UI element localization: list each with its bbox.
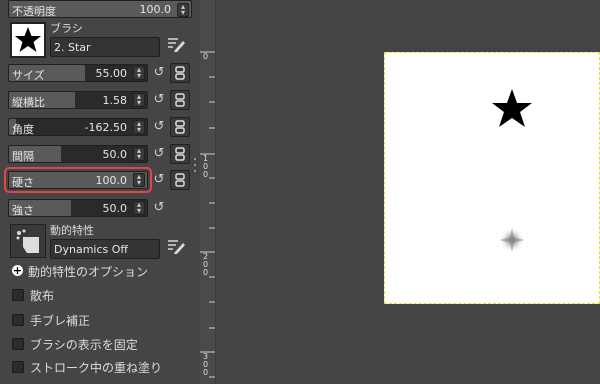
opacity-spin[interactable]: ▴ ▾ [177, 3, 189, 17]
lock-brush-view-label: ブラシの表示を固定 [30, 338, 138, 352]
ruler-tick-100: 100 [203, 154, 209, 179]
spacing-value: 50.0 [102, 148, 128, 161]
dynamics-section-label: 動的特性 [50, 224, 94, 237]
size-spin[interactable]: ▴ ▾ [133, 66, 145, 80]
angle-value: -162.50 [84, 121, 127, 134]
ruler-tick-0: 0 [203, 52, 209, 61]
brush-preview-button[interactable] [10, 22, 46, 58]
opacity-slider[interactable]: 不透明度 100.0 ▴ ▾ [8, 0, 192, 18]
expand-plus-icon: + [12, 264, 23, 277]
aspect-chain-button[interactable] [170, 90, 190, 110]
dynamics-icon [16, 229, 39, 253]
angle-slider[interactable]: 角度 -162.50 ▴ ▾ [8, 118, 148, 136]
dynamics-options-label: 動的特性のオプション [28, 265, 149, 279]
dynamics-preview-button[interactable] [10, 224, 46, 258]
incremental-label: ストローク中の重ね塗り [30, 361, 163, 375]
spacing-reset-icon[interactable]: ↺ [152, 146, 166, 162]
hardness-slider[interactable]: 硬さ 100.0 ▴ ▾ [8, 171, 148, 189]
hardness-reset-icon[interactable]: ↺ [152, 172, 166, 188]
force-spin[interactable]: ▴ ▾ [133, 201, 145, 215]
force-slider[interactable]: 強さ 50.0 ▴ ▾ [8, 199, 148, 217]
hardness-chain-button[interactable] [170, 170, 190, 190]
size-chain-button[interactable] [170, 63, 190, 83]
dynamics-name-field[interactable]: Dynamics Off [50, 239, 160, 259]
spacing-slider[interactable]: 間隔 50.0 ▴ ▾ [8, 145, 148, 163]
smooth-label: 手ブレ補正 [30, 314, 91, 328]
hardness-value: 100.0 [95, 174, 128, 187]
dynamics-options-expander[interactable]: + 動的特性のオプション [10, 263, 190, 279]
angle-reset-icon[interactable]: ↺ [152, 119, 166, 135]
angle-spin[interactable]: ▴ ▾ [133, 120, 145, 134]
aspect-spin[interactable]: ▴ ▾ [133, 93, 145, 107]
angle-label: 角度 [12, 123, 34, 136]
force-value: 50.0 [102, 202, 128, 215]
scatter-label: 散布 [30, 289, 55, 303]
lock-brush-view-checkbox[interactable] [12, 338, 24, 350]
aspect-value: 1.58 [102, 94, 128, 107]
star-brush-icon [15, 27, 41, 52]
brush-section-label: ブラシ [50, 22, 83, 35]
spacing-spin[interactable]: ▴ ▾ [133, 147, 145, 161]
size-label: サイズ [12, 69, 45, 82]
scatter-checkbox[interactable] [12, 289, 24, 301]
force-reset-icon[interactable]: ↺ [152, 200, 166, 216]
layer-boundary [384, 52, 600, 304]
size-slider[interactable]: サイズ 55.00 ▴ ▾ [8, 64, 148, 82]
opacity-value: 100.0 [139, 3, 172, 16]
smooth-checkbox[interactable] [12, 314, 24, 326]
size-value: 55.00 [95, 67, 128, 80]
tool-options-panel: 不透明度 100.0 ▴ ▾ ブラシ 2. Star サイズ 55.00 ▴ ▾ ↺… [0, 0, 196, 384]
spacing-chain-button[interactable] [170, 144, 190, 164]
opacity-label: 不透明度 [12, 5, 56, 18]
hardness-label: 硬さ [12, 176, 34, 189]
edit-dynamics-icon[interactable] [166, 236, 186, 256]
spacing-label: 間隔 [12, 150, 34, 163]
dynamics-name: Dynamics Off [54, 243, 128, 256]
edit-brush-icon[interactable] [166, 34, 186, 54]
aspect-slider[interactable]: 縦横比 1.58 ▴ ▾ [8, 91, 148, 109]
hardness-spin[interactable]: ▴ ▾ [133, 173, 145, 187]
brush-name: 2. Star [54, 41, 91, 54]
force-label: 強さ [12, 204, 34, 217]
ruler-tick-300: 300 [203, 352, 209, 377]
aspect-reset-icon[interactable]: ↺ [152, 92, 166, 108]
angle-chain-button[interactable] [170, 117, 190, 137]
vertical-ruler: 0 100 200 300 [200, 0, 216, 384]
size-reset-icon[interactable]: ↺ [152, 65, 166, 81]
ruler-tick-200: 200 [203, 252, 209, 277]
brush-name-field[interactable]: 2. Star [50, 37, 160, 57]
aspect-label: 縦横比 [12, 96, 45, 109]
incremental-checkbox[interactable] [12, 361, 24, 373]
